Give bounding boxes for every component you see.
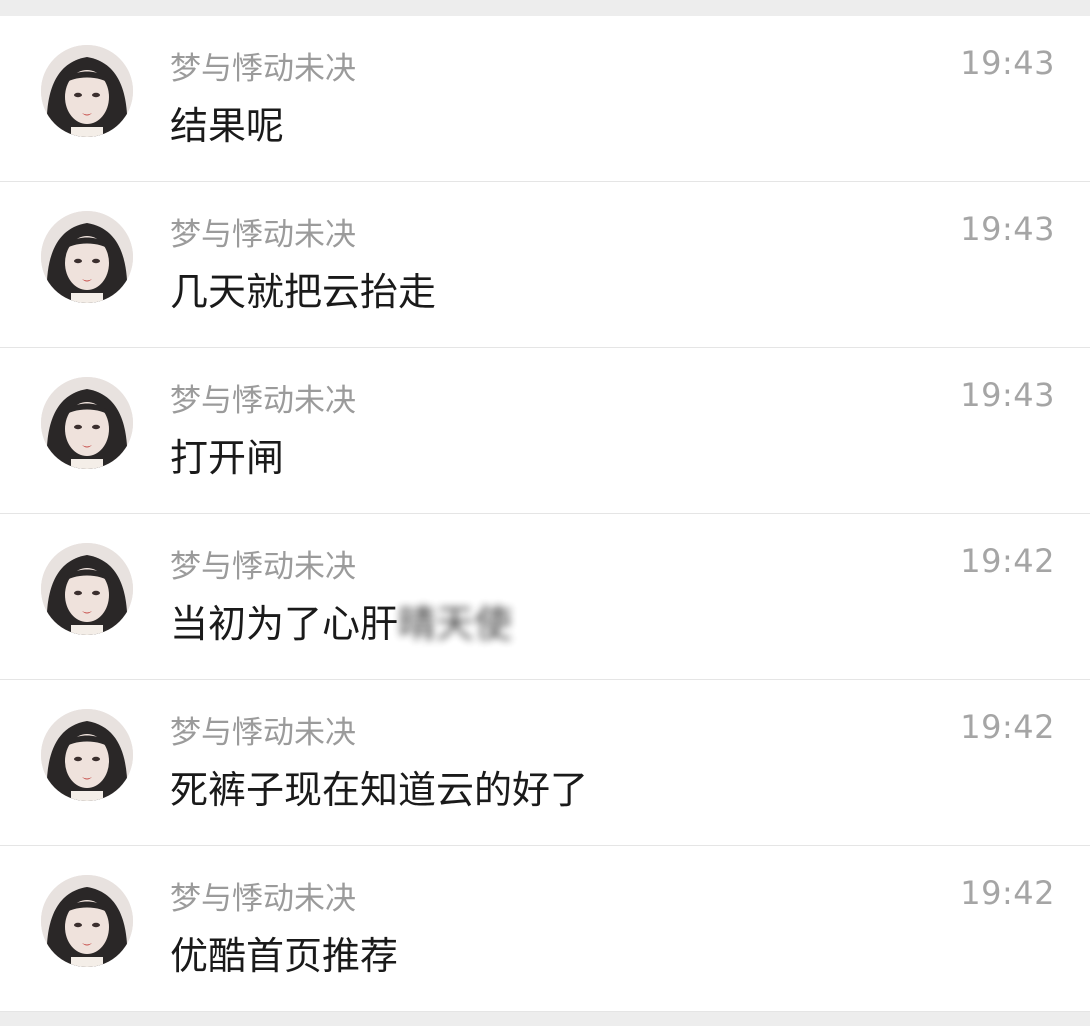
message-time: 19:43 [960, 44, 1055, 82]
message-text-visible: 当初为了心肝 [170, 602, 399, 646]
message-time: 19:43 [960, 376, 1055, 414]
message-item[interactable]: 梦与悸动未决 19:42 死裤子现在知道云的好了 [0, 680, 1090, 846]
sender-name: 梦与悸动未决 [170, 51, 356, 87]
sender-name: 梦与悸动未决 [170, 549, 356, 585]
top-strip [0, 0, 1090, 16]
message-item[interactable]: 梦与悸动未决 19:42 当初为了心肝晴天使 [0, 514, 1090, 680]
message-time: 19:43 [960, 210, 1055, 248]
message-time: 19:42 [960, 542, 1055, 580]
message-time: 19:42 [960, 708, 1055, 746]
message-time: 19:42 [960, 874, 1055, 912]
message-text-blurred: 晴天使 [398, 602, 513, 646]
sender-name: 梦与悸动未决 [170, 217, 356, 253]
sender-name: 梦与悸动未决 [170, 881, 356, 917]
message-list: 梦与悸动未决 19:43 结果呢 梦与悸动未决 19:43 几天就把云抬走 梦与… [0, 16, 1090, 1012]
message-item[interactable]: 梦与悸动未决 19:43 打开闸 [0, 348, 1090, 514]
message-item[interactable]: 梦与悸动未决 19:42 优酷首页推荐 [0, 846, 1090, 1012]
avatar-icon[interactable] [41, 709, 133, 801]
message-item[interactable]: 梦与悸动未决 19:43 几天就把云抬走 [0, 182, 1090, 348]
message-text: 优酷首页推荐 [170, 934, 399, 978]
avatar-icon[interactable] [41, 377, 133, 469]
message-text: 打开闸 [170, 436, 285, 480]
message-item[interactable]: 梦与悸动未决 19:43 结果呢 [0, 16, 1090, 182]
message-text: 死裤子现在知道云的好了 [170, 768, 589, 812]
avatar-icon[interactable] [41, 875, 133, 967]
avatar-icon[interactable] [41, 45, 133, 137]
sender-name: 梦与悸动未决 [170, 715, 356, 751]
avatar-icon[interactable] [41, 543, 133, 635]
message-text: 当初为了心肝晴天使 [170, 600, 512, 648]
avatar-icon[interactable] [41, 211, 133, 303]
message-text: 结果呢 [170, 104, 285, 148]
message-text: 几天就把云抬走 [170, 270, 437, 314]
sender-name: 梦与悸动未决 [170, 383, 356, 419]
